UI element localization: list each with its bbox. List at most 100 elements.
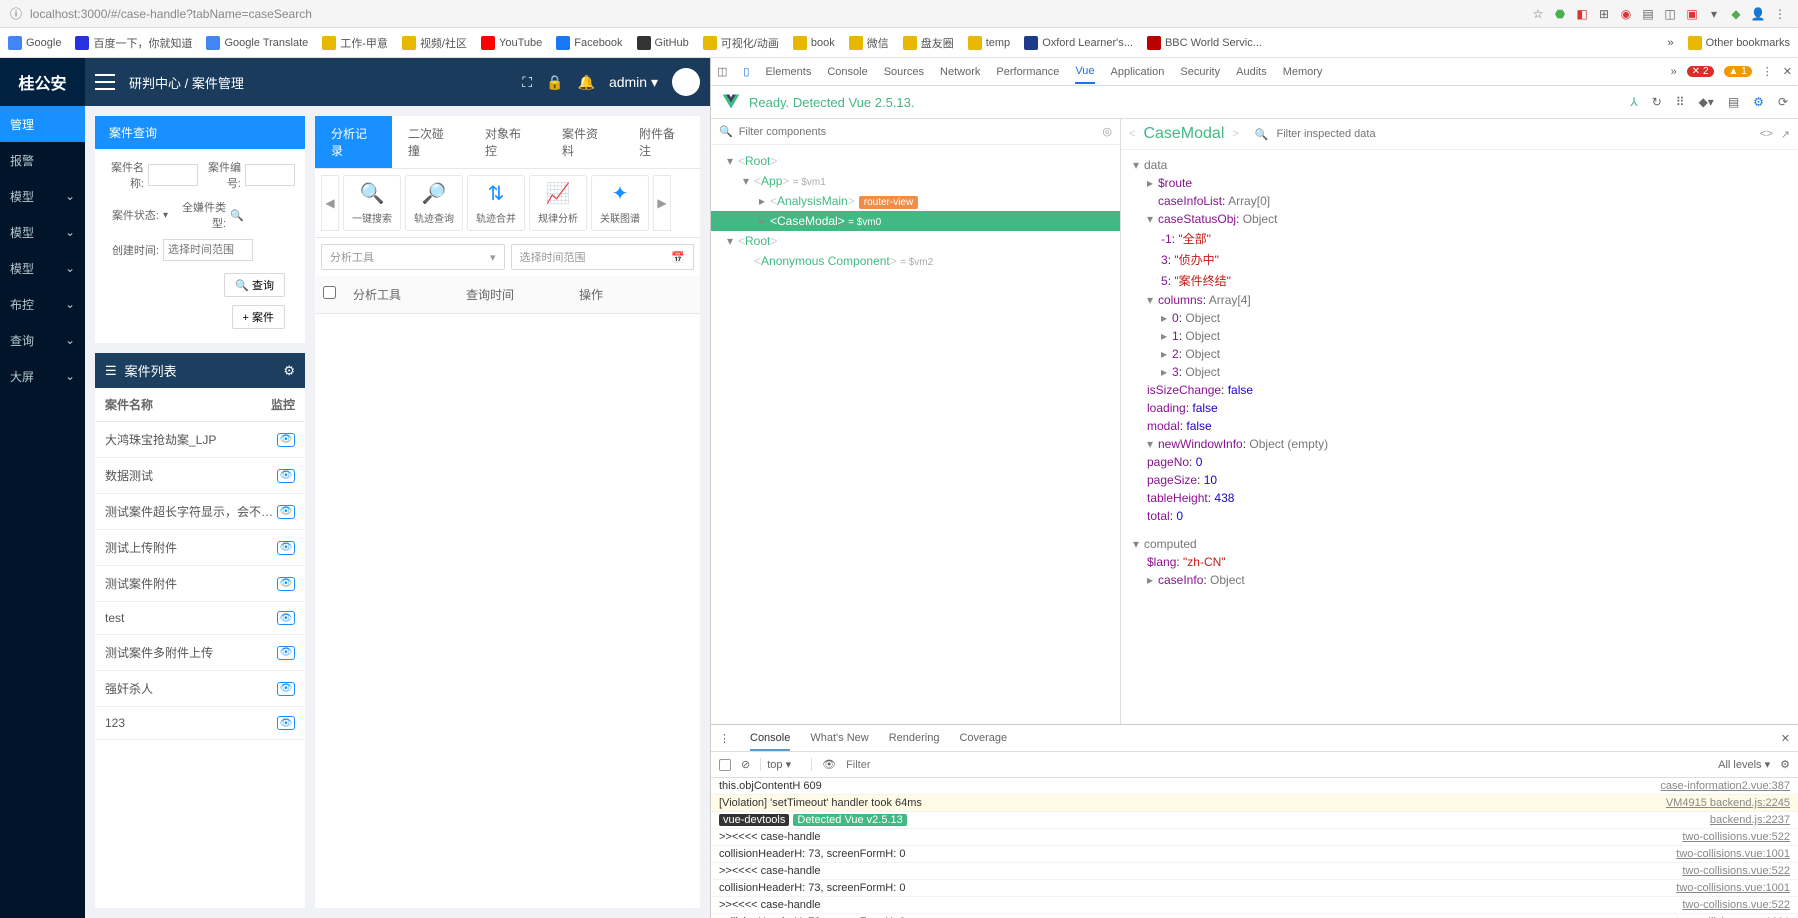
prop[interactable]: tableHeight: 438: [1121, 489, 1798, 507]
eye-icon[interactable]: 👁: [277, 611, 295, 625]
eye-icon[interactable]: 👁: [277, 541, 295, 555]
drawer-tab-rendering[interactable]: Rendering: [889, 732, 940, 744]
ext-icon-8[interactable]: ◆: [1728, 6, 1744, 22]
eye-icon[interactable]: 👁: [277, 682, 295, 696]
user-dropdown[interactable]: admin ▾: [609, 74, 658, 91]
settings-vue-icon[interactable]: ⚙: [1753, 95, 1764, 109]
sidebar-item[interactable]: 管理: [0, 106, 85, 142]
case-list-row[interactable]: 测试上传附件👁: [95, 530, 305, 566]
refresh-icon[interactable]: ⟳: [1778, 95, 1788, 109]
drawer-tab-console[interactable]: Console: [750, 732, 790, 751]
ext-icon-6[interactable]: ▣: [1684, 6, 1700, 22]
star-icon[interactable]: ☆: [1530, 6, 1546, 22]
tab-security[interactable]: Security: [1180, 66, 1220, 78]
ext-icon-2[interactable]: ⊞: [1596, 6, 1612, 22]
tool-button[interactable]: ⇅轨迹合并: [467, 175, 525, 231]
fullscreen-icon[interactable]: ⛶: [522, 74, 532, 91]
shield-icon[interactable]: ⬣: [1552, 6, 1568, 22]
case-list-row[interactable]: 测试案件超长字符显示，会不会...👁: [95, 494, 305, 530]
ext-icon-3[interactable]: ◉: [1618, 6, 1634, 22]
case-list-row[interactable]: 数据测试👁: [95, 458, 305, 494]
ext-icon-4[interactable]: ▤: [1640, 6, 1656, 22]
prop-route[interactable]: ▸$route: [1121, 174, 1798, 192]
tree-node-root2[interactable]: ▾<Root>: [711, 231, 1120, 251]
hamburger-icon[interactable]: [95, 72, 115, 92]
prop-item[interactable]: ▸3: Object: [1121, 363, 1798, 381]
bookmark-item[interactable]: 视频/社区: [402, 35, 467, 51]
prop-item[interactable]: 5: "案件终结": [1121, 270, 1798, 291]
tab-audits[interactable]: Audits: [1236, 66, 1267, 78]
tab-console[interactable]: Console: [827, 66, 867, 78]
content-tab[interactable]: 对象布控: [469, 116, 546, 168]
device-icon[interactable]: ▯: [743, 65, 749, 78]
bell-icon[interactable]: 🔔: [578, 74, 595, 91]
select-all-checkbox[interactable]: [323, 286, 336, 299]
bookmark-item[interactable]: YouTube: [481, 36, 542, 50]
eye-icon[interactable]: 👁: [277, 577, 295, 591]
avatar-icon[interactable]: 👤: [1750, 6, 1766, 22]
content-tab[interactable]: 二次碰撞: [392, 116, 469, 168]
sidebar-item[interactable]: 模型⌄: [0, 250, 85, 286]
tool-button[interactable]: ✦关联图谱: [591, 175, 649, 231]
tab-application[interactable]: Application: [1111, 66, 1165, 78]
drawer-tab-coverage[interactable]: Coverage: [959, 732, 1007, 744]
prop-item[interactable]: ▸1: Object: [1121, 327, 1798, 345]
prop[interactable]: pageSize: 10: [1121, 471, 1798, 489]
tab-network[interactable]: Network: [940, 66, 980, 78]
bookmark-item[interactable]: 可视化/动画: [703, 35, 779, 51]
case-list-row[interactable]: 123👁: [95, 707, 305, 740]
tree-node-casemodal[interactable]: ▸<CaseModal> = $vm0: [711, 211, 1120, 231]
warn-badge[interactable]: ▲ 1: [1724, 66, 1752, 77]
prop[interactable]: pageNo: 0: [1121, 453, 1798, 471]
sidebar-item[interactable]: 模型⌄: [0, 214, 85, 250]
drawer-tab-whatsnew[interactable]: What's New: [810, 732, 868, 744]
settings-icon[interactable]: ⋮: [1762, 65, 1773, 78]
drawer-menu-icon[interactable]: ⋮: [719, 732, 730, 745]
eye-icon[interactable]: 👁: [822, 758, 836, 771]
prop-item[interactable]: ▸0: Object: [1121, 309, 1798, 327]
console-filter-input[interactable]: [846, 759, 1708, 771]
tab-elements[interactable]: Elements: [765, 66, 811, 78]
bookmark-item[interactable]: temp: [968, 36, 1010, 50]
eye-icon[interactable]: 👁: [277, 505, 295, 519]
query-button[interactable]: 🔍 查询: [224, 273, 285, 297]
routing-icon[interactable]: ▤: [1728, 95, 1739, 109]
computed-section[interactable]: ▾computed: [1121, 535, 1798, 553]
case-list-row[interactable]: 测试案件多附件上传👁: [95, 635, 305, 671]
tree-node-root[interactable]: ▾<Root>: [711, 151, 1120, 171]
vuex-icon[interactable]: ⠿: [1676, 95, 1685, 109]
bookmark-item[interactable]: book: [793, 36, 835, 50]
prop-casestatusobj[interactable]: ▾caseStatusObj: Object: [1121, 210, 1798, 228]
chevron-right-icon[interactable]: »: [1668, 37, 1674, 49]
ext-icon-5[interactable]: ◫: [1662, 6, 1678, 22]
bookmark-item[interactable]: Google: [8, 36, 61, 50]
bookmark-item[interactable]: GitHub: [637, 36, 689, 50]
eye-icon[interactable]: 👁: [277, 716, 295, 730]
prop[interactable]: ▸caseInfo: Object: [1121, 571, 1798, 589]
scroll-right-icon[interactable]: ▶: [653, 175, 671, 231]
bookmark-item[interactable]: BBC World Servic...: [1147, 36, 1262, 50]
open-editor-icon[interactable]: <>: [1760, 128, 1773, 140]
bookmark-item[interactable]: Oxford Learner's...: [1024, 36, 1133, 50]
tab-performance[interactable]: Performance: [996, 66, 1059, 78]
menu-dots-icon[interactable]: ⋮: [1772, 6, 1788, 22]
input-case-name[interactable]: [148, 164, 198, 186]
prop-columns[interactable]: ▾columns: Array[4]: [1121, 291, 1798, 309]
eye-icon[interactable]: 👁: [277, 433, 295, 447]
prop[interactable]: total: 0: [1121, 507, 1798, 525]
prop[interactable]: modal: false: [1121, 417, 1798, 435]
sidebar-item[interactable]: 大屏⌄: [0, 358, 85, 394]
error-badge[interactable]: ✕ 2: [1687, 66, 1714, 77]
ext-icon-1[interactable]: ◧: [1574, 6, 1590, 22]
prop[interactable]: ▾newWindowInfo: Object (empty): [1121, 435, 1798, 453]
inspect-icon[interactable]: ◫: [717, 65, 727, 78]
sidebar-item[interactable]: 布控⌄: [0, 286, 85, 322]
tree-node-analysis[interactable]: ▸<AnalysisMain>router-view: [711, 191, 1120, 211]
tab-sources[interactable]: Sources: [884, 66, 924, 78]
time-range-select[interactable]: 选择时间范围📅: [511, 244, 695, 270]
events-icon[interactable]: ◆▾: [1699, 95, 1714, 109]
context-select[interactable]: top ▾: [760, 758, 812, 771]
clear-console-icon[interactable]: ⊘: [741, 758, 750, 771]
case-search-tab[interactable]: 案件查询: [95, 116, 305, 149]
gear-icon[interactable]: ⚙: [283, 363, 295, 379]
